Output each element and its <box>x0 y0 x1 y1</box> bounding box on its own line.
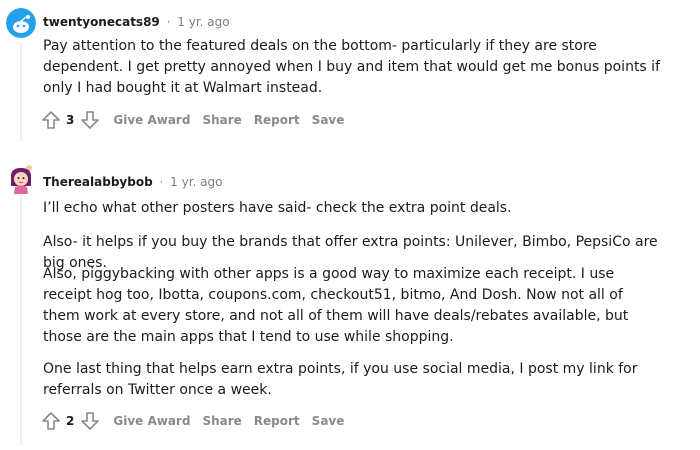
comment-paragraph: One last thing that helps earn extra poi… <box>43 361 638 398</box>
give-award-button[interactable]: Give Award <box>113 113 190 127</box>
vote-score: 2 <box>66 414 75 428</box>
comment-body: Pay attention to the featured deals on t… <box>43 36 663 99</box>
comment-body: I’ll echo what other posters have said- … <box>43 198 663 219</box>
separator: · <box>166 15 171 29</box>
comment-actions: 2 Give Award Share Report Save <box>40 409 344 433</box>
comment-header: twentyonecats89 · 1 yr. ago <box>43 12 230 32</box>
give-award-button[interactable]: Give Award <box>113 414 190 428</box>
comment-paragraph: Pay attention to the featured deals on t… <box>43 38 660 96</box>
downvote-icon[interactable] <box>79 109 101 131</box>
report-button[interactable]: Report <box>254 414 300 428</box>
comment-actions: 3 Give Award Share Report Save <box>40 108 344 132</box>
report-button[interactable]: Report <box>254 113 300 127</box>
comment-header: Therealabbybob · 1 yr. ago <box>43 172 222 192</box>
separator: · <box>159 175 164 189</box>
character-avatar-icon <box>10 165 32 194</box>
username[interactable]: twentyonecats89 <box>43 15 160 29</box>
comment-body: Also, piggybacking with other apps is a … <box>43 264 663 348</box>
user-avatar[interactable] <box>6 8 36 38</box>
share-button[interactable]: Share <box>202 414 241 428</box>
timestamp[interactable]: 1 yr. ago <box>170 175 222 189</box>
upvote-icon[interactable] <box>40 109 62 131</box>
user-avatar[interactable] <box>6 164 36 194</box>
upvote-icon[interactable] <box>40 410 62 432</box>
save-button[interactable]: Save <box>312 414 345 428</box>
comment-body: One last thing that helps earn extra poi… <box>43 359 663 401</box>
share-button[interactable]: Share <box>202 113 241 127</box>
comment-paragraph: I’ll echo what other posters have said- … <box>43 200 512 216</box>
downvote-icon[interactable] <box>79 410 101 432</box>
username[interactable]: Therealabbybob <box>43 175 153 189</box>
thread-line[interactable] <box>20 196 22 446</box>
save-button[interactable]: Save <box>312 113 345 127</box>
timestamp[interactable]: 1 yr. ago <box>177 15 229 29</box>
thread-line[interactable] <box>20 42 22 142</box>
comment-paragraph: Also, piggybacking with other apps is a … <box>43 266 629 345</box>
vote-score: 3 <box>66 113 75 127</box>
snoo-avatar-icon <box>6 8 36 38</box>
